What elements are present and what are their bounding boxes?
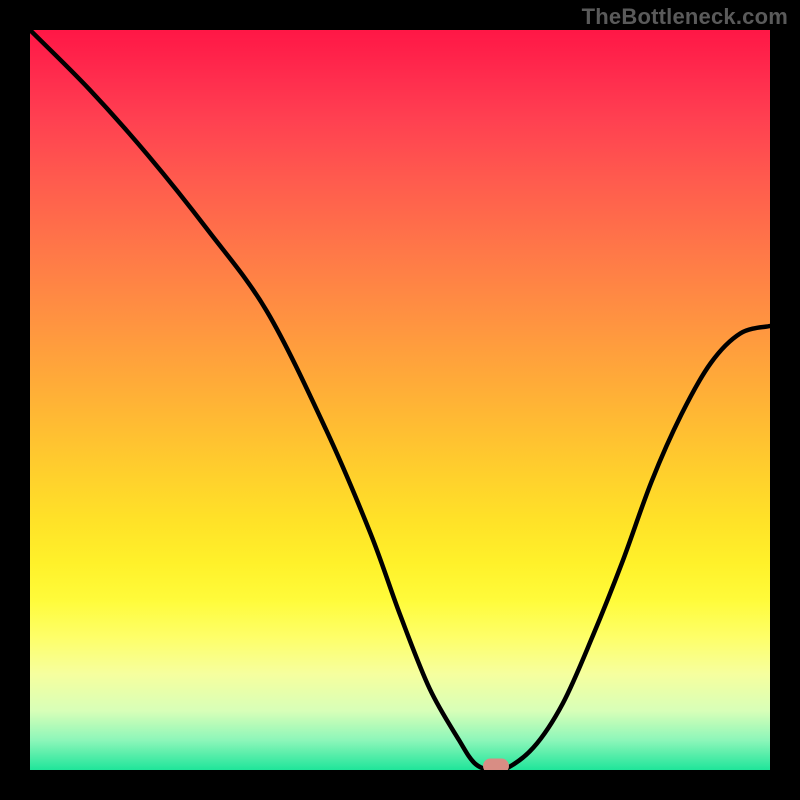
bottleneck-curve	[30, 30, 770, 770]
minimum-marker	[483, 759, 509, 771]
watermark-text: TheBottleneck.com	[582, 4, 788, 30]
chart-frame: TheBottleneck.com	[0, 0, 800, 800]
plot-area	[30, 30, 770, 770]
curve-svg	[30, 30, 770, 770]
